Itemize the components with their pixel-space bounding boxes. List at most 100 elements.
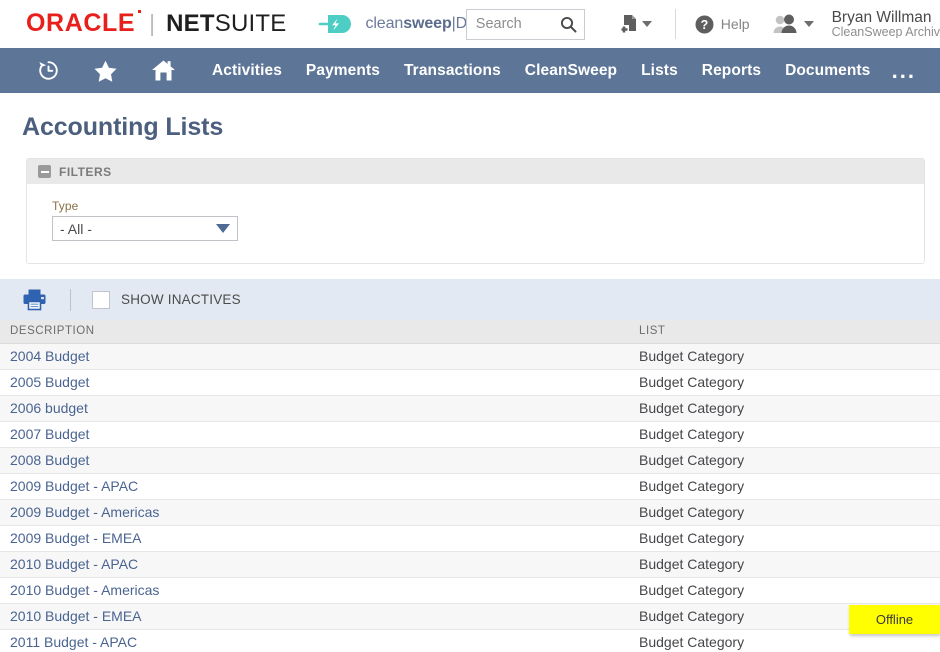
page-title: Accounting Lists [22, 113, 224, 141]
toolbar-divider [70, 288, 71, 311]
netsuite-logo-bold: NET [166, 9, 215, 37]
user-menu[interactable]: Bryan Willman CleanSweep Archiv [772, 10, 940, 39]
cell-list: Budget Category [629, 343, 940, 370]
record-link[interactable]: 2006 budget [10, 400, 88, 416]
cell-list: Budget Category [629, 473, 940, 500]
cell-list: Budget Category [629, 551, 940, 578]
header-divider [674, 9, 676, 39]
table-row[interactable]: 2005 Budget Budget Category [0, 369, 940, 396]
show-inactives-checkbox[interactable] [92, 290, 110, 309]
record-link[interactable]: 2004 Budget [10, 348, 89, 364]
type-select-value: - All - [60, 220, 92, 237]
nav-item-lists[interactable]: Lists [641, 62, 678, 80]
nav-item-reports[interactable]: Reports [702, 62, 761, 80]
cell-list: Budget Category [629, 395, 940, 422]
recent-records-icon[interactable] [36, 58, 61, 83]
nav-item-cleansweep[interactable]: CleanSweep [525, 62, 617, 80]
record-link[interactable]: 2009 Budget - APAC [10, 478, 138, 494]
record-link[interactable]: 2010 Budget - Americas [10, 582, 159, 598]
table-row[interactable]: 2009 Budget - APAC Budget Category [0, 473, 940, 500]
table-row[interactable]: 2010 Budget - Americas Budget Category [0, 577, 940, 604]
nav-item-payments[interactable]: Payments [306, 62, 380, 80]
table-row[interactable]: 2010 Budget - EMEA Budget Category [0, 603, 940, 630]
oracle-logo[interactable]: ORACLE [26, 10, 142, 36]
filters-header[interactable]: FILTERS [27, 159, 924, 184]
table-row[interactable]: 2011 Budget - APAC Budget Category [0, 629, 940, 652]
print-button[interactable] [22, 288, 47, 311]
cell-description: 2005 Budget [0, 369, 629, 396]
filters-panel: FILTERS Type - All - [26, 158, 925, 264]
cell-description: 2008 Budget [0, 447, 629, 474]
table-row[interactable]: 2007 Budget Budget Category [0, 421, 940, 448]
list-toolbar: SHOW INACTIVES [0, 279, 940, 320]
cell-list: Budget Category [629, 447, 940, 474]
column-header-list[interactable]: LIST [629, 320, 940, 344]
cell-description: 2010 Budget - APAC [0, 551, 629, 578]
cell-description: 2009 Budget - Americas [0, 499, 629, 526]
search-icon[interactable] [560, 16, 577, 33]
record-link[interactable]: 2009 Budget - Americas [10, 504, 159, 520]
help-button[interactable]: ? Help [695, 15, 750, 34]
table-body: 2004 Budget Budget Category 2005 Budget Bud… [0, 343, 940, 652]
cell-list: Budget Category [629, 369, 940, 396]
table-row[interactable]: 2010 Budget - APAC Budget Category [0, 551, 940, 578]
table-row[interactable]: 2006 budget Budget Category [0, 395, 940, 422]
netsuite-logo[interactable]: NETSUITE [166, 9, 287, 37]
svg-text:?: ? [700, 18, 708, 32]
cell-description: 2004 Budget [0, 343, 629, 370]
cell-list: Budget Category [629, 577, 940, 604]
collapse-minus-icon[interactable] [38, 165, 51, 178]
type-select[interactable]: - All - [52, 216, 238, 241]
nav-item-transactions[interactable]: Transactions [404, 62, 501, 80]
record-link[interactable]: 2005 Budget [10, 374, 89, 390]
print-icon [23, 289, 46, 311]
show-inactives-label[interactable]: SHOW INACTIVES [121, 292, 241, 307]
cell-description: 2009 Budget - APAC [0, 473, 629, 500]
chevron-down-icon[interactable] [216, 224, 230, 233]
netsuite-logo-light: SUITE [214, 9, 287, 37]
app-window: ORACLE | NETSUITE cleansweep|Demo [0, 0, 940, 652]
accounting-lists-table: DESCRIPTION LIST 2004 Budget Budget Categ… [0, 320, 940, 652]
user-name: Bryan Willman [831, 9, 932, 26]
cell-list: Budget Category [629, 499, 940, 526]
nav-item-documents[interactable]: Documents [785, 62, 870, 80]
cell-list: Budget Category [629, 421, 940, 448]
table-row[interactable]: 2009 Budget - Americas Budget Category [0, 499, 940, 526]
logo-divider: | [149, 10, 156, 36]
create-new-button[interactable] [619, 13, 652, 35]
user-role: CleanSweep Archiv [831, 24, 940, 39]
user-identity: Bryan Willman CleanSweep Archiv [832, 10, 940, 39]
search-input[interactable] [475, 16, 560, 32]
user-avatar-icon [773, 14, 797, 34]
favorites-icon[interactable] [93, 59, 118, 83]
cell-description: 2010 Budget - Americas [0, 577, 629, 604]
table-row[interactable]: 2004 Budget Budget Category [0, 343, 940, 370]
status-badge-offline[interactable]: Offline [849, 605, 940, 634]
record-link[interactable]: 2007 Budget [10, 426, 89, 442]
brand-logos: ORACLE | NETSUITE cleansweep|Demo [0, 9, 498, 37]
cell-description: 2009 Budget - EMEA [0, 525, 629, 552]
filters-title: FILTERS [59, 164, 112, 179]
user-menu-caret-icon [803, 20, 814, 27]
help-label: Help [720, 16, 750, 32]
global-header: ORACLE | NETSUITE cleansweep|Demo [0, 0, 940, 48]
cell-list: Budget Category [629, 525, 940, 552]
record-link[interactable]: 2011 Budget - APAC [10, 634, 137, 650]
help-icon: ? [695, 15, 714, 33]
cell-description: 2011 Budget - APAC [0, 629, 629, 652]
nav-item-activities[interactable]: Activities [212, 62, 282, 80]
cell-description: 2007 Budget [0, 421, 629, 448]
global-search[interactable] [465, 8, 585, 40]
home-icon[interactable] [150, 58, 177, 83]
cell-description: 2006 budget [0, 395, 629, 422]
record-link[interactable]: 2010 Budget - APAC [10, 556, 138, 572]
filters-body: Type - All - [27, 184, 924, 263]
record-link[interactable]: 2010 Budget - EMEA [10, 608, 142, 624]
nav-overflow-button[interactable]: ... [892, 59, 916, 81]
record-link[interactable]: 2008 Budget [10, 452, 89, 468]
record-link[interactable]: 2009 Budget - EMEA [10, 530, 142, 546]
table-row[interactable]: 2009 Budget - EMEA Budget Category [0, 525, 940, 552]
column-header-description[interactable]: DESCRIPTION [0, 320, 629, 344]
table-row[interactable]: 2008 Budget Budget Category [0, 447, 940, 474]
cleansweep-mark-icon [319, 14, 352, 33]
